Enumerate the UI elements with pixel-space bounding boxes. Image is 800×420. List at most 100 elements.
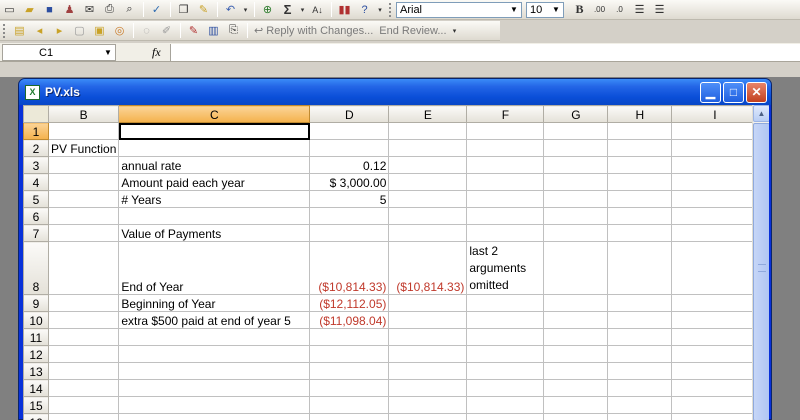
cell-b10[interactable] (47, 311, 120, 329)
cell-i7[interactable] (671, 224, 759, 242)
cell-d3[interactable]: 0.12 (309, 156, 390, 174)
cell-b13[interactable] (47, 362, 120, 380)
next-comment-icon[interactable]: ▸ (50, 22, 69, 39)
cell-c5[interactable]: # Years (118, 190, 311, 208)
cell-h16[interactable] (607, 413, 673, 420)
toolbar-options-icon[interactable]: ▾ (375, 1, 385, 18)
window-title-bar[interactable]: X PV.xls ▁ □ ✕ (19, 79, 771, 105)
cell-g16[interactable] (543, 413, 609, 420)
increase-decimal-icon[interactable]: .00 (590, 1, 609, 18)
reviewing-pane-icon[interactable]: ▥ (204, 22, 223, 39)
scroll-up-button[interactable]: ▲ (753, 105, 769, 122)
cell-g7[interactable] (543, 224, 609, 242)
cell-f12[interactable] (466, 345, 545, 363)
cell-f1[interactable] (466, 122, 545, 140)
cell-g12[interactable] (543, 345, 609, 363)
autosum-button[interactable]: Σ (278, 1, 297, 18)
cell-b6[interactable] (47, 207, 120, 225)
cell-d12[interactable] (309, 345, 390, 363)
chart-wizard-icon[interactable]: ▮▮ (335, 1, 354, 18)
cell-i8[interactable] (671, 241, 759, 295)
cell-g1[interactable] (543, 122, 609, 140)
cell-h5[interactable] (607, 190, 673, 208)
row-header[interactable]: 13 (23, 362, 49, 380)
cell-b14[interactable] (47, 379, 120, 397)
cell-b7[interactable] (47, 224, 120, 242)
previous-comment-icon[interactable]: ◂ (30, 22, 49, 39)
chevron-down-icon[interactable]: ▼ (507, 3, 521, 17)
cell-f2[interactable] (466, 139, 545, 157)
cell-d4[interactable]: $ 3,000.00 (309, 173, 390, 191)
chevron-down-icon[interactable]: ▼ (101, 48, 115, 57)
cell-c10[interactable]: extra $500 paid at end of year 5 (118, 311, 311, 329)
cell-h4[interactable] (607, 173, 673, 191)
minimize-button[interactable]: ▁ (700, 81, 721, 103)
print-icon[interactable]: ⎙ (100, 1, 119, 18)
cell-f15[interactable] (466, 396, 545, 414)
help-icon[interactable]: ? (355, 1, 374, 18)
autosum-dropdown-icon[interactable]: ▾ (298, 1, 307, 18)
font-name-combo[interactable]: Arial ▼ (396, 1, 522, 18)
cell-d10[interactable]: ($11,098.04) (309, 311, 390, 329)
sort-ascending-button[interactable]: A↓ (308, 1, 327, 18)
row-header[interactable]: 15 (23, 396, 49, 414)
row-header[interactable]: 4 (23, 173, 49, 191)
cell-e13[interactable] (388, 362, 468, 380)
cell-i2[interactable] (671, 139, 759, 157)
new-icon[interactable]: ▭ (0, 1, 19, 18)
select-all-corner[interactable] (23, 105, 49, 123)
cell-e7[interactable] (388, 224, 468, 242)
cell-d5[interactable]: 5 (309, 190, 390, 208)
scroll-thumb[interactable] (753, 123, 769, 420)
cell-d15[interactable] (309, 396, 390, 414)
cell-c6[interactable] (118, 207, 311, 225)
ink-icon[interactable]: ✐ (157, 22, 176, 39)
cell-c8[interactable]: End of Year (118, 241, 311, 295)
cell-d11[interactable] (309, 328, 390, 346)
cell-i16[interactable] (671, 413, 759, 420)
row-header[interactable]: 11 (23, 328, 49, 346)
cell-e10[interactable] (388, 311, 468, 329)
cell-b5[interactable] (47, 190, 120, 208)
insert-function-icon[interactable]: fx (152, 45, 161, 60)
cell-b4[interactable] (47, 173, 120, 191)
font-size-combo[interactable]: 10 ▼ (526, 1, 564, 18)
cell-e1[interactable] (388, 122, 468, 140)
cell-b8[interactable] (47, 241, 120, 295)
row-header[interactable]: 6 (23, 207, 49, 225)
cell-h3[interactable] (607, 156, 673, 174)
row-header[interactable]: 9 (23, 294, 49, 312)
cell-d7[interactable] (309, 224, 390, 242)
row-header[interactable]: 1 (23, 122, 49, 140)
cell-i13[interactable] (671, 362, 759, 380)
cell-e3[interactable] (388, 156, 468, 174)
cell-h1[interactable] (607, 122, 673, 140)
cell-g6[interactable] (543, 207, 609, 225)
column-header-g[interactable]: G (543, 105, 609, 123)
cell-c16[interactable] (118, 413, 311, 420)
toolbar-options-icon[interactable]: ▾ (450, 22, 460, 39)
cell-i5[interactable] (671, 190, 759, 208)
cell-i10[interactable] (671, 311, 759, 329)
cell-h15[interactable] (607, 396, 673, 414)
column-header-b[interactable]: B (47, 105, 120, 123)
formula-input[interactable] (170, 44, 800, 61)
name-box[interactable]: C1 ▼ (2, 44, 116, 61)
cell-c13[interactable] (118, 362, 311, 380)
cell-e2[interactable] (388, 139, 468, 157)
cell-e14[interactable] (388, 379, 468, 397)
cell-c3[interactable]: annual rate (118, 156, 311, 174)
open-icon[interactable]: ▰ (20, 1, 39, 18)
cell-g4[interactable] (543, 173, 609, 191)
cell-c14[interactable] (118, 379, 311, 397)
cell-i3[interactable] (671, 156, 759, 174)
row-header[interactable]: 12 (23, 345, 49, 363)
cell-c2[interactable] (118, 139, 311, 157)
cell-h6[interactable] (607, 207, 673, 225)
toolbar-grip[interactable] (389, 2, 393, 17)
cell-b11[interactable] (47, 328, 120, 346)
delete-comment-icon[interactable]: ◌ (137, 22, 156, 39)
cell-b3[interactable] (47, 156, 120, 174)
cell-b16[interactable] (47, 413, 120, 420)
cell-g15[interactable] (543, 396, 609, 414)
